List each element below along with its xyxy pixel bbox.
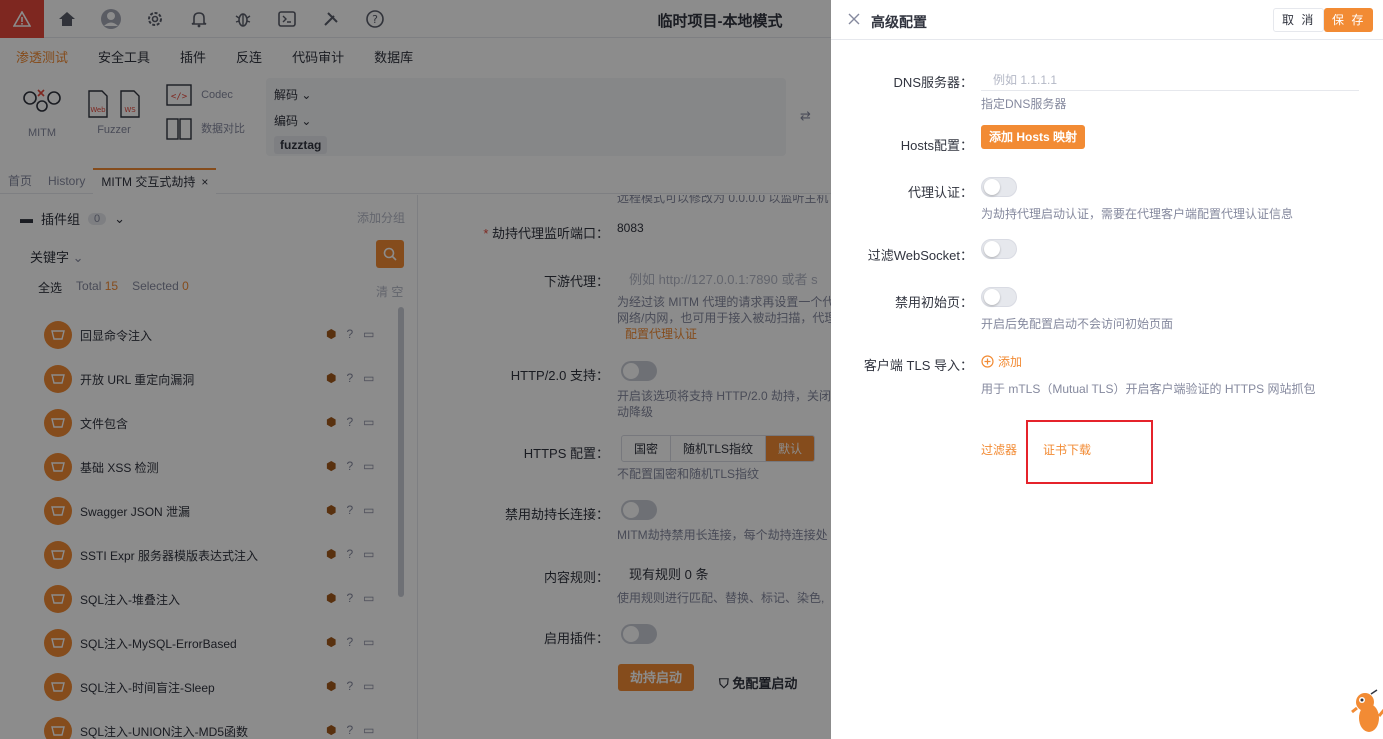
dns-placeholder: 例如 1.1.1.1 (981, 65, 1359, 91)
client-tls-label: 客户端 TLS 导入： (863, 358, 973, 373)
add-hosts-label: 添加 Hosts 映射 (981, 125, 1086, 149)
disable-init-page-label: 禁用初始页： (894, 295, 973, 310)
client-tls-add-button[interactable]: 添加 (981, 353, 1022, 370)
close-icon[interactable] (847, 12, 861, 26)
proxy-auth-label: 代理认证： (907, 185, 973, 200)
advanced-config-drawer: 高级配置 取 消 保 存 DNS服务器： 例如 1.1.1.1 指定DNS服务器… (831, 0, 1383, 739)
filter-link[interactable]: 过滤器 (981, 441, 1017, 458)
disable-init-page-hint: 开启后免配置启动不会访问初始页面 (981, 317, 1174, 331)
websocket-filter-toggle[interactable] (981, 239, 1017, 259)
dns-label: DNS服务器： (893, 75, 973, 90)
highlight-box (1026, 420, 1153, 484)
dns-hint: 指定DNS服务器 (981, 97, 1067, 111)
client-tls-hint: 用于 mTLS（Mutual TLS）开启客户端验证的 HTTPS 网站抓包 (981, 382, 1316, 396)
add-hosts-button[interactable]: 添加 Hosts 映射 (981, 125, 1086, 149)
disable-init-page-toggle[interactable] (981, 287, 1017, 307)
plus-circle-icon (981, 355, 994, 368)
client-tls-add-label: 添加 (998, 355, 1023, 369)
mascot-icon (1351, 689, 1383, 732)
dns-input[interactable]: 例如 1.1.1.1 (981, 65, 1359, 91)
save-button[interactable]: 保 存 (1324, 8, 1374, 32)
drawer-title: 高级配置 (871, 14, 927, 30)
proxy-auth-toggle[interactable] (981, 177, 1017, 197)
websocket-filter-label: 过滤WebSocket： (867, 248, 973, 263)
drawer-header: 高级配置 取 消 保 存 (831, 0, 1383, 40)
hosts-label: Hosts配置： (900, 138, 973, 153)
cancel-button[interactable]: 取 消 (1273, 8, 1325, 32)
proxy-auth-hint: 为劫持代理启动认证，需要在代理客户端配置代理认证信息 (981, 207, 1294, 221)
modal-mask[interactable] (0, 0, 831, 739)
